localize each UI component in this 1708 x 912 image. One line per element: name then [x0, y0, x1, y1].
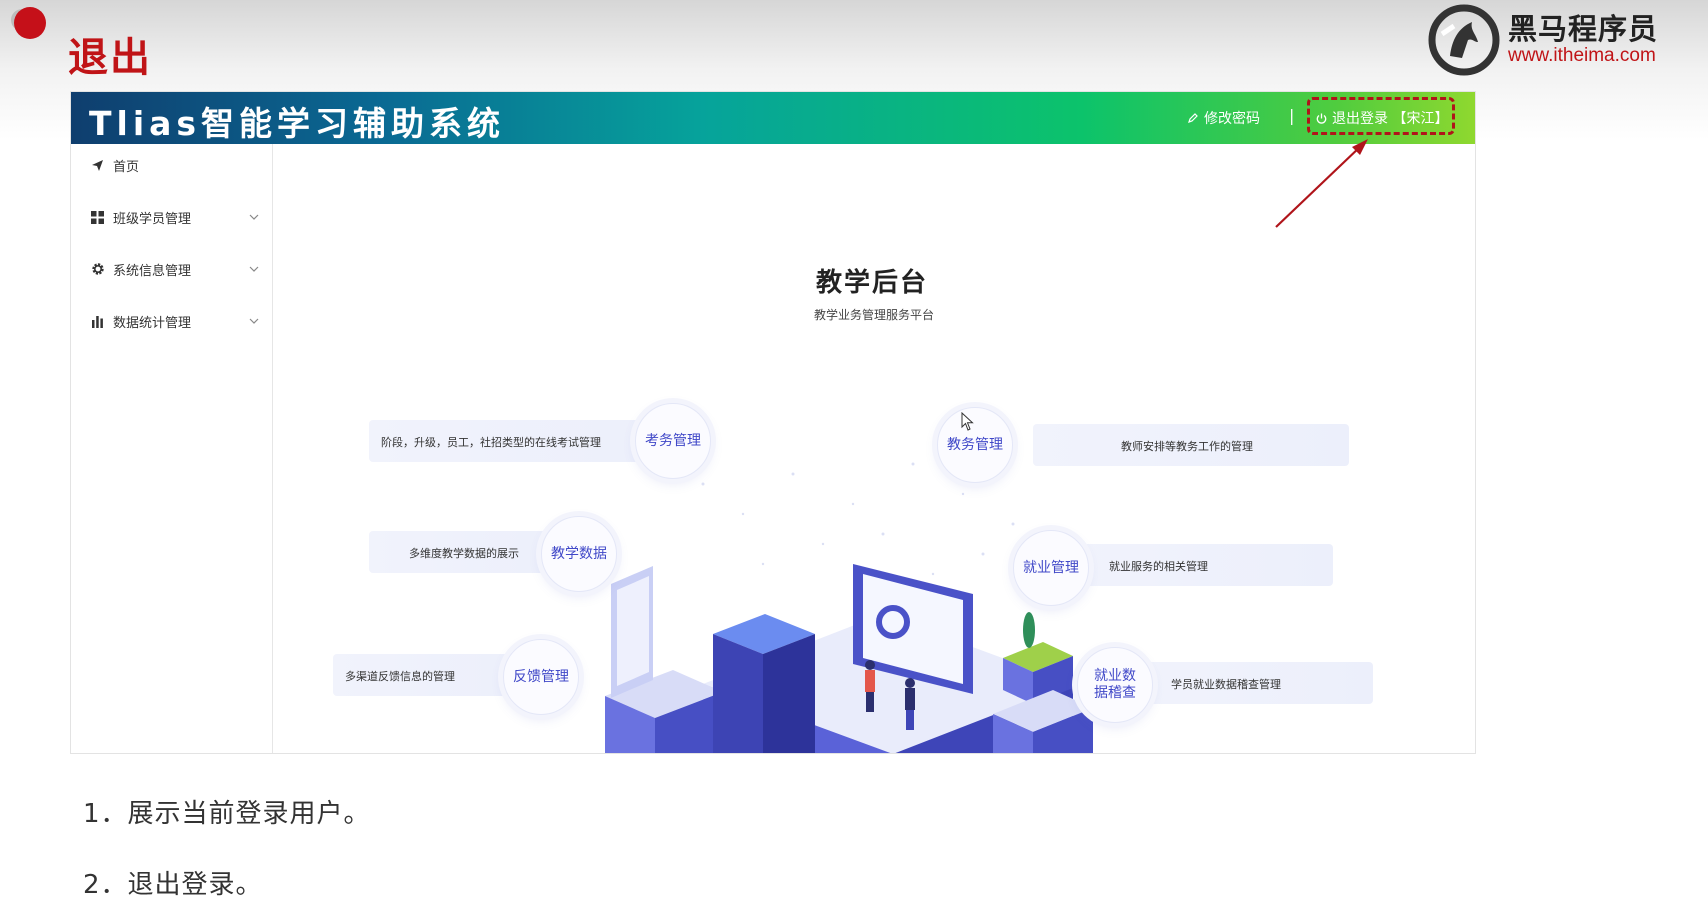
- sidebar-item-statistics[interactable]: 数据统计管理: [91, 309, 261, 333]
- feature-teaching-data-panel: 多维度教学数据的展示: [369, 531, 569, 573]
- feature-exam-panel: 阶段，升级，员工，社招类型的在线考试管理: [369, 420, 669, 462]
- feature-name: 教学数据: [551, 545, 607, 562]
- feature-feedback-button[interactable]: 反馈管理: [503, 639, 579, 715]
- logout-button[interactable]: 退出登录 【宋江】: [1315, 108, 1448, 128]
- header-separator: |: [1289, 106, 1295, 125]
- feature-desc: 就业服务的相关管理: [1109, 560, 1208, 573]
- feature-exam-button[interactable]: 考务管理: [635, 403, 711, 479]
- feature-employment-button[interactable]: 就业管理: [1013, 530, 1089, 606]
- feature-name: 考务管理: [645, 432, 701, 449]
- sidebar-item-label: 数据统计管理: [113, 315, 192, 331]
- slide-red-dot: [14, 7, 46, 39]
- chevron-down-icon: [247, 214, 261, 220]
- grid-icon: [91, 210, 113, 224]
- chevron-down-icon: [247, 266, 261, 272]
- gear-icon: [91, 262, 113, 276]
- feature-desc: 阶段，升级，员工，社招类型的在线考试管理: [381, 436, 601, 449]
- sidebar-item-class-students[interactable]: 班级学员管理: [91, 205, 261, 229]
- pencil-icon: [1188, 113, 1198, 123]
- hero-subtitle: 教学业务管理服务平台: [813, 308, 934, 322]
- brand-logo-block: 黑马程序员 www.itheima.com: [1428, 4, 1658, 76]
- feature-name: 反馈管理: [513, 668, 569, 685]
- feature-name: 就业管理: [1023, 559, 1079, 576]
- note-logout: 2．退出登录。: [83, 870, 263, 900]
- change-password-label: 修改密码: [1204, 111, 1260, 127]
- change-password-link[interactable]: 修改密码: [1187, 108, 1260, 128]
- power-icon: [1316, 113, 1327, 124]
- feature-desc: 学员就业数据稽查管理: [1171, 678, 1281, 691]
- sidebar-item-label: 系统信息管理: [113, 263, 192, 279]
- sidebar-item-system-info[interactable]: 系统信息管理: [91, 257, 261, 281]
- bar-chart-icon: [91, 315, 113, 328]
- brand-name: 黑马程序员: [1507, 11, 1658, 46]
- hero-title: 教学后台: [815, 268, 928, 298]
- feature-desc: 教师安排等教务工作的管理: [1121, 440, 1253, 453]
- sidebar-item-label: 班级学员管理: [113, 211, 192, 227]
- mouse-cursor-icon: [961, 412, 974, 431]
- feature-teaching-data-button[interactable]: 教学数据: [541, 516, 617, 592]
- sidebar-item-home[interactable]: 首页: [91, 153, 261, 177]
- note-show-current-user: 1．展示当前登录用户。: [83, 799, 371, 829]
- feature-desc: 多维度教学数据的展示: [409, 547, 519, 560]
- annotation-arrow: [1275, 139, 1368, 228]
- chevron-down-icon: [247, 318, 261, 324]
- feature-name: 就业数据稽查: [1094, 668, 1136, 701]
- sidebar-item-label: 首页: [113, 159, 140, 175]
- feature-employment-audit-button[interactable]: 就业数据稽查: [1077, 647, 1153, 723]
- feature-academic-button[interactable]: 教务管理: [937, 407, 1013, 483]
- horse-logo-icon: [1428, 4, 1500, 76]
- feature-employment-panel: 就业服务的相关管理: [1073, 544, 1333, 586]
- app-title: Tlias智能学习辅助系统: [89, 104, 506, 143]
- paper-plane-icon: [91, 159, 113, 172]
- main-content: 教学后台 教学业务管理服务平台 阶段，升级，员工，社招类型的在线考试管理 考务管…: [273, 144, 1475, 753]
- feature-academic-panel: 教师安排等教务工作的管理: [1033, 424, 1349, 466]
- feature-employment-audit-panel: 学员就业数据稽查管理: [1133, 662, 1373, 704]
- feature-desc: 多渠道反馈信息的管理: [345, 670, 455, 683]
- logout-label: 退出登录 【宋江】: [1332, 111, 1449, 127]
- feature-name: 教务管理: [947, 436, 1003, 453]
- sidebar: 首页 班级学员管理 系统信息管理 数据统计管理: [71, 144, 273, 753]
- brand-url: www.itheima.com: [1507, 44, 1656, 66]
- brand-text: 黑马程序员 www.itheima.com: [1507, 11, 1658, 67]
- slide-title: 退出: [68, 35, 152, 81]
